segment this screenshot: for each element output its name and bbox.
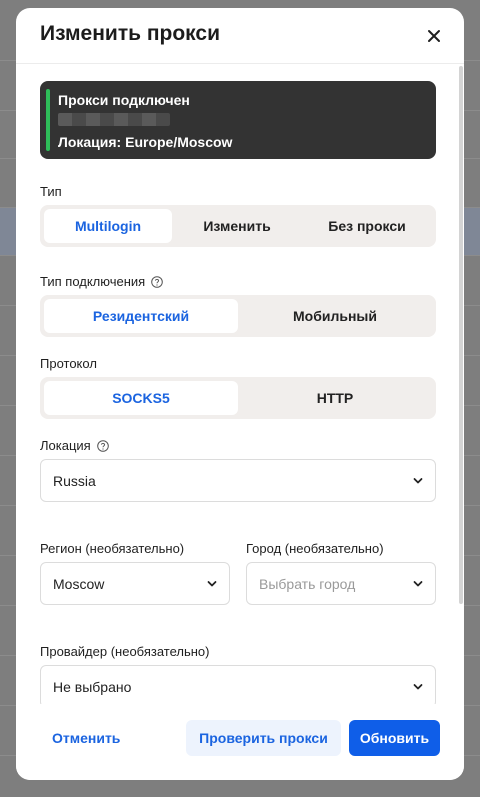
update-button[interactable]: Обновить <box>349 720 440 756</box>
region-select[interactable]: Moscow <box>40 562 230 605</box>
connection-option-mobile[interactable]: Мобильный <box>238 299 432 333</box>
masked-ip-address <box>58 113 170 126</box>
city-label: Город (необязательно) <box>246 541 384 556</box>
status-location: Локация: Europe/Moscow <box>58 134 233 150</box>
edit-proxy-dialog: Изменить прокси Прокси подключен Локация… <box>16 8 464 780</box>
city-select-placeholder: Выбрать город <box>259 576 356 592</box>
chevron-down-icon <box>207 581 217 587</box>
provider-select[interactable]: Не выбрано <box>40 665 436 708</box>
proxy-status-card: Прокси подключен Локация: Europe/Moscow <box>40 81 436 159</box>
type-option-change[interactable]: Изменить <box>172 209 302 243</box>
help-icon[interactable] <box>151 276 164 288</box>
type-segmented-control: Multilogin Изменить Без прокси <box>40 205 436 247</box>
provider-select-value: Не выбрано <box>53 679 132 695</box>
help-icon[interactable] <box>96 440 109 452</box>
protocol-segmented-control: SOCKS5 HTTP <box>40 377 436 419</box>
location-select[interactable]: Russia <box>40 459 436 502</box>
dialog-header: Изменить прокси <box>16 8 464 64</box>
protocol-option-http[interactable]: HTTP <box>238 381 432 415</box>
connection-type-label: Тип подключения <box>40 274 164 289</box>
location-label: Локация <box>40 438 109 453</box>
chevron-down-icon <box>413 478 423 484</box>
status-title: Прокси подключен <box>58 92 190 108</box>
region-select-value: Moscow <box>53 576 105 592</box>
dialog-title: Изменить прокси <box>40 22 221 45</box>
type-option-no-proxy[interactable]: Без прокси <box>302 209 432 243</box>
scrollbar-thumb[interactable] <box>459 66 463 604</box>
location-label-text: Локация <box>40 438 91 453</box>
protocol-option-socks5[interactable]: SOCKS5 <box>44 381 238 415</box>
chevron-down-icon <box>413 581 423 587</box>
chevron-down-icon <box>413 684 423 690</box>
check-proxy-button[interactable]: Проверить прокси <box>186 720 341 756</box>
type-option-multilogin[interactable]: Multilogin <box>44 209 172 243</box>
scrollbar[interactable] <box>458 64 464 604</box>
connection-option-residential[interactable]: Резидентский <box>44 299 238 333</box>
provider-label: Провайдер (необязательно) <box>40 644 210 659</box>
status-indicator-bar <box>46 89 50 151</box>
type-label: Тип <box>40 184 62 199</box>
protocol-label: Протокол <box>40 356 97 371</box>
close-icon[interactable] <box>426 28 442 44</box>
location-select-value: Russia <box>53 473 96 489</box>
connection-type-label-text: Тип подключения <box>40 274 146 289</box>
city-select[interactable]: Выбрать город <box>246 562 436 605</box>
region-label: Регион (необязательно) <box>40 541 185 556</box>
cancel-button[interactable]: Отменить <box>40 720 136 756</box>
connection-type-segmented-control: Резидентский Мобильный <box>40 295 436 337</box>
